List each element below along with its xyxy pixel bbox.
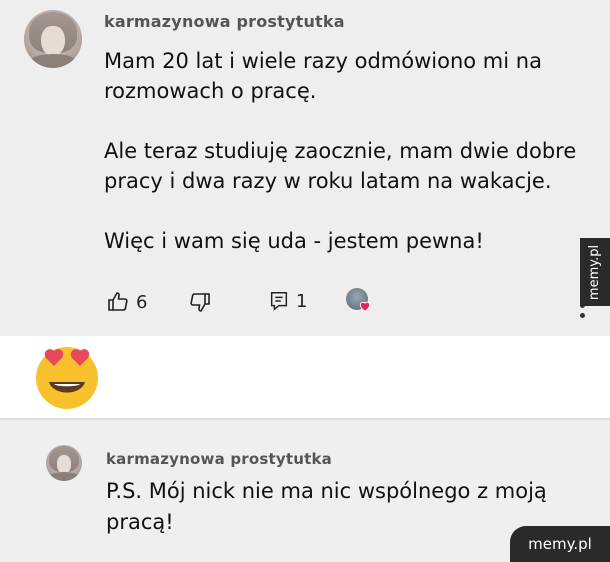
- thumbs-up-icon: [106, 290, 130, 314]
- creator-heart-badge[interactable]: [346, 288, 371, 312]
- memy-corner-watermark: memy.pl: [510, 526, 610, 562]
- comment-avatar[interactable]: [24, 10, 82, 68]
- dislike-button[interactable]: [188, 290, 212, 314]
- heart-eyes-emoji: [30, 338, 104, 412]
- avatar-shoulders: [27, 54, 79, 68]
- creator-heart-icon: [358, 298, 372, 317]
- watermark-corner-text: memy.pl: [528, 535, 592, 553]
- like-count: 6: [136, 291, 148, 313]
- reply-count: 1: [296, 290, 308, 312]
- reply-avatar-face: [56, 455, 72, 474]
- comment-text: Mam 20 lat i wiele razy odmówiono mi na …: [104, 49, 577, 253]
- memy-side-watermark: memy.pl: [580, 238, 610, 306]
- reply-username[interactable]: karmazynowa prostytutka: [106, 450, 332, 468]
- reply-avatar[interactable]: [46, 445, 82, 481]
- thumbs-down-icon: [188, 290, 212, 314]
- reply-button[interactable]: 1: [268, 290, 307, 312]
- avatar-face: [41, 26, 65, 57]
- comment-username[interactable]: karmazynowa prostytutka: [104, 12, 345, 31]
- reply-avatar-shoulders: [48, 472, 80, 481]
- watermark-side-text: memy.pl: [587, 244, 603, 300]
- reply-icon: [268, 290, 290, 312]
- like-button[interactable]: 6: [106, 290, 147, 314]
